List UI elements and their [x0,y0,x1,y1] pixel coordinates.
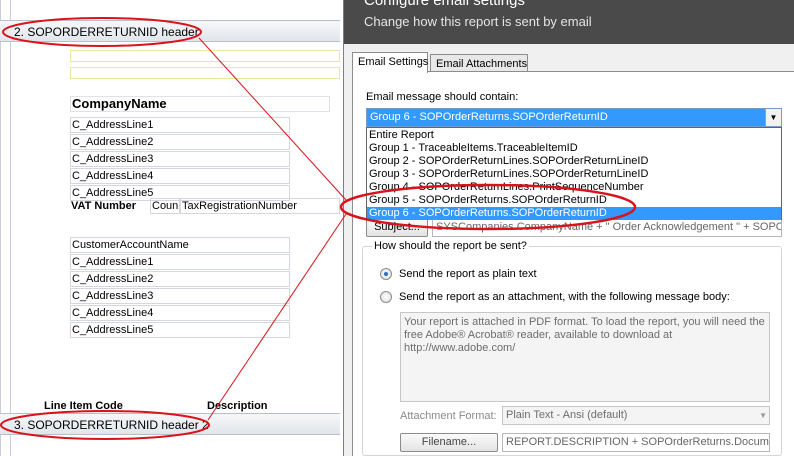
attachment-format-select[interactable]: Plain Text - Ansi (default) ▼ [502,406,770,425]
dropdown-option-group-5[interactable]: Group 5 - SOPOrderReturns.SOPOrderReturn… [367,194,781,207]
radio-attachment[interactable] [380,291,392,303]
attachment-format-label: Attachment Format: [400,410,497,422]
customer-address-line-3[interactable]: C_AddressLine3 [70,288,290,304]
customer-address-line-2[interactable]: C_AddressLine2 [70,271,290,287]
contain-dropdown-list: Entire Report Group 1 - TraceableItems.T… [366,127,782,220]
company-address-line-2[interactable]: C_AddressLine2 [70,134,290,150]
dropdown-option-group-3[interactable]: Group 3 - SOPOrderReturnLines.SOPOrderRe… [367,168,781,181]
company-address-line-3[interactable]: C_AddressLine3 [70,151,290,167]
report-designer: 2. SOPORDERRETURNID header CompanyName C… [0,0,340,456]
dropdown-option-group-4[interactable]: Group 4 - SOPOrderReturnLines.PrintSeque… [367,181,781,194]
company-address-line-1[interactable]: C_AddressLine1 [70,117,290,133]
send-method-title: How should the report be sent? [372,240,529,252]
blank-field-2[interactable] [70,67,340,79]
email-settings-dialog: Configure email settings Change how this… [343,0,794,456]
radio-plain-text[interactable] [380,268,392,280]
customer-address-line-5[interactable]: C_AddressLine5 [70,322,290,338]
group-header-band-2-label: 2. SOPORDERRETURNID header [14,25,199,39]
chevron-down-icon: ▼ [759,411,767,420]
dropdown-option-group-2[interactable]: Group 2 - SOPOrderReturnLines.SOPOrderRe… [367,155,781,168]
column-header-line-item-code: Line Item Code [44,400,123,412]
group-header-band-3-label: 3. SOPORDERRETURNID header 2 [14,418,209,432]
radio-attachment-label[interactable]: Send the report as an attachment, with t… [399,291,730,303]
customer-account-name-field[interactable]: CustomerAccountName [70,237,290,253]
customer-address-line-1[interactable]: C_AddressLine1 [70,254,290,270]
tax-registration-field[interactable]: TaxRegistrationNumber [180,198,340,214]
column-header-description: Description [207,400,268,412]
message-body-textarea[interactable]: Your report is attached in PDF format. T… [400,312,770,402]
dropdown-option-entire-report[interactable]: Entire Report [367,129,781,142]
attachment-format-value: Plain Text - Ansi (default) [506,409,628,421]
subject-field[interactable]: SYSCompanies.CompanyName + " Order Ackno… [432,218,782,237]
designer-margin-line [10,0,11,456]
group-header-band-3[interactable]: 3. SOPORDERRETURNID header 2 [0,413,340,435]
filename-field[interactable]: REPORT.DESCRIPTION + SOPOrderReturns.Doc… [502,433,770,452]
blank-field-1[interactable] [70,50,340,62]
chevron-down-icon[interactable]: ▼ [765,109,781,126]
contain-label: Email message should contain: [366,91,519,103]
dialog-subtitle: Change how this report is sent by email [364,14,592,29]
company-name-field[interactable]: CompanyName [70,96,330,112]
customer-address-line-4[interactable]: C_AddressLine4 [70,305,290,321]
tab-email-settings[interactable]: Email Settings [352,52,428,73]
company-address-line-4[interactable]: C_AddressLine4 [70,168,290,184]
vat-country-field[interactable]: Coun [150,198,180,214]
filename-button[interactable]: Filename... [400,433,498,452]
contain-select[interactable]: Group 6 - SOPOrderReturns.SOPOrderReturn… [366,108,782,127]
radio-plain-text-label[interactable]: Send the report as plain text [399,268,537,280]
designer-left-border [0,0,1,456]
tab-email-attachments[interactable]: Email Attachments [430,54,528,72]
dropdown-option-group-6[interactable]: Group 6 - SOPOrderReturns.SOPOrderReturn… [367,207,781,220]
dropdown-option-group-1[interactable]: Group 1 - TraceableItems.TraceableItemID [367,142,781,155]
dialog-header: Configure email settings Change how this… [344,0,794,44]
contain-select-value: Group 6 - SOPOrderReturns.SOPOrderReturn… [370,111,608,123]
dialog-title: Configure email settings [364,0,525,9]
group-header-band-2[interactable]: 2. SOPORDERRETURNID header [0,20,340,42]
vat-number-label: VAT Number [71,200,136,212]
company-name-text: CompanyName [72,96,167,111]
subject-button[interactable]: Subject... [366,218,428,237]
